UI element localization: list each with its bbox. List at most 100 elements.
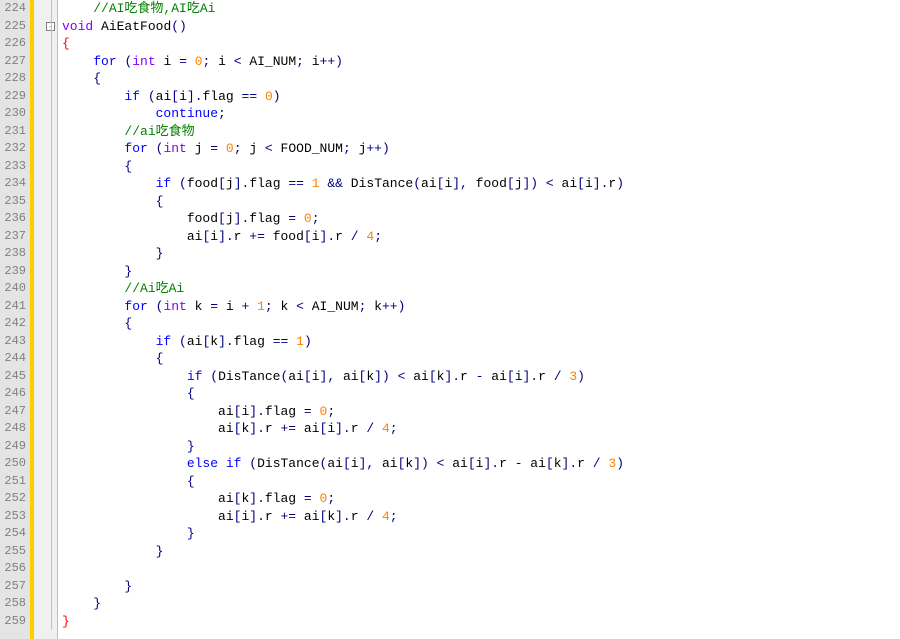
- fold-cell: [44, 245, 57, 263]
- fold-toggle-icon[interactable]: -: [46, 22, 55, 31]
- fold-cell: [44, 210, 57, 228]
- fold-cell: [44, 490, 57, 508]
- code-line[interactable]: if (ai[k].flag == 1): [62, 333, 900, 351]
- line-number: 225: [2, 18, 26, 36]
- code-line[interactable]: [62, 560, 900, 578]
- line-number: 244: [2, 350, 26, 368]
- fold-cell: [44, 350, 57, 368]
- code-line[interactable]: {: [62, 193, 900, 211]
- fold-cell: [44, 70, 57, 88]
- fold-cell: [44, 438, 57, 456]
- fold-cell: [44, 368, 57, 386]
- code-line[interactable]: if (DisTance(ai[i], ai[k]) < ai[k].r - a…: [62, 368, 900, 386]
- line-number: 228: [2, 70, 26, 88]
- fold-cell: [44, 525, 57, 543]
- fold-cell: [44, 578, 57, 596]
- code-line[interactable]: for (int i = 0; i < AI_NUM; i++): [62, 53, 900, 71]
- line-number: 248: [2, 420, 26, 438]
- code-line[interactable]: ai[k].r += ai[i].r / 4;: [62, 420, 900, 438]
- fold-cell: [44, 228, 57, 246]
- line-number: 254: [2, 525, 26, 543]
- fold-cell: [44, 595, 57, 613]
- fold-cell: [44, 613, 57, 631]
- fold-column: -: [44, 0, 58, 639]
- code-line[interactable]: else if (DisTance(ai[i], ai[k]) < ai[i].…: [62, 455, 900, 473]
- code-line[interactable]: {: [62, 473, 900, 491]
- line-number: 258: [2, 595, 26, 613]
- code-line[interactable]: {: [62, 385, 900, 403]
- fold-cell: [44, 88, 57, 106]
- fold-cell: [44, 543, 57, 561]
- code-line[interactable]: }: [62, 245, 900, 263]
- code-line[interactable]: if (food[j].flag == 1 && DisTance(ai[i],…: [62, 175, 900, 193]
- code-line[interactable]: }: [62, 595, 900, 613]
- fold-cell: [44, 193, 57, 211]
- code-line[interactable]: ai[i].flag = 0;: [62, 403, 900, 421]
- line-number: 242: [2, 315, 26, 333]
- code-line[interactable]: {: [62, 35, 900, 53]
- fold-cell: [44, 140, 57, 158]
- line-number: 227: [2, 53, 26, 71]
- fold-cell: [44, 263, 57, 281]
- line-number: 259: [2, 613, 26, 631]
- line-number: 232: [2, 140, 26, 158]
- code-area[interactable]: //AI吃食物,AI吃Aivoid AiEatFood(){ for (int …: [58, 0, 900, 639]
- fold-cell: [44, 158, 57, 176]
- change-markers: [30, 0, 44, 639]
- fold-cell: [44, 385, 57, 403]
- line-number: 235: [2, 193, 26, 211]
- code-line[interactable]: {: [62, 158, 900, 176]
- code-line[interactable]: //Ai吃Ai: [62, 280, 900, 298]
- line-number: 251: [2, 473, 26, 491]
- fold-cell: [44, 35, 57, 53]
- line-number: 250: [2, 455, 26, 473]
- fold-cell: [44, 280, 57, 298]
- line-number: 241: [2, 298, 26, 316]
- code-line[interactable]: }: [62, 578, 900, 596]
- line-number: 243: [2, 333, 26, 351]
- code-line[interactable]: ai[i].r += food[i].r / 4;: [62, 228, 900, 246]
- code-line[interactable]: }: [62, 263, 900, 281]
- line-number: 239: [2, 263, 26, 281]
- fold-cell: [44, 175, 57, 193]
- code-line[interactable]: for (int k = i + 1; k < AI_NUM; k++): [62, 298, 900, 316]
- code-line[interactable]: for (int j = 0; j < FOOD_NUM; j++): [62, 140, 900, 158]
- fold-cell: [44, 105, 57, 123]
- fold-cell: [44, 403, 57, 421]
- code-line[interactable]: {: [62, 315, 900, 333]
- fold-cell: [44, 298, 57, 316]
- code-line[interactable]: }: [62, 613, 900, 631]
- line-number: 240: [2, 280, 26, 298]
- line-number: 245: [2, 368, 26, 386]
- code-line[interactable]: //ai吃食物: [62, 123, 900, 141]
- code-line[interactable]: }: [62, 543, 900, 561]
- code-line[interactable]: //AI吃食物,AI吃Ai: [62, 0, 900, 18]
- fold-cell: [44, 420, 57, 438]
- line-number: 249: [2, 438, 26, 456]
- line-number: 257: [2, 578, 26, 596]
- line-number: 233: [2, 158, 26, 176]
- line-number: 229: [2, 88, 26, 106]
- code-line[interactable]: }: [62, 438, 900, 456]
- code-line[interactable]: {: [62, 350, 900, 368]
- line-number: 238: [2, 245, 26, 263]
- line-number: 256: [2, 560, 26, 578]
- code-line[interactable]: food[j].flag = 0;: [62, 210, 900, 228]
- line-number: 224: [2, 0, 26, 18]
- line-number: 246: [2, 385, 26, 403]
- line-number: 231: [2, 123, 26, 141]
- fold-cell: [44, 455, 57, 473]
- line-number: 234: [2, 175, 26, 193]
- fold-cell: [44, 473, 57, 491]
- line-number: 252: [2, 490, 26, 508]
- code-line[interactable]: if (ai[i].flag == 0): [62, 88, 900, 106]
- code-line[interactable]: {: [62, 70, 900, 88]
- code-line[interactable]: }: [62, 525, 900, 543]
- code-line[interactable]: continue;: [62, 105, 900, 123]
- code-line[interactable]: void AiEatFood(): [62, 18, 900, 36]
- line-number: 253: [2, 508, 26, 526]
- fold-cell: [44, 333, 57, 351]
- line-number: 226: [2, 35, 26, 53]
- code-line[interactable]: ai[i].r += ai[k].r / 4;: [62, 508, 900, 526]
- code-line[interactable]: ai[k].flag = 0;: [62, 490, 900, 508]
